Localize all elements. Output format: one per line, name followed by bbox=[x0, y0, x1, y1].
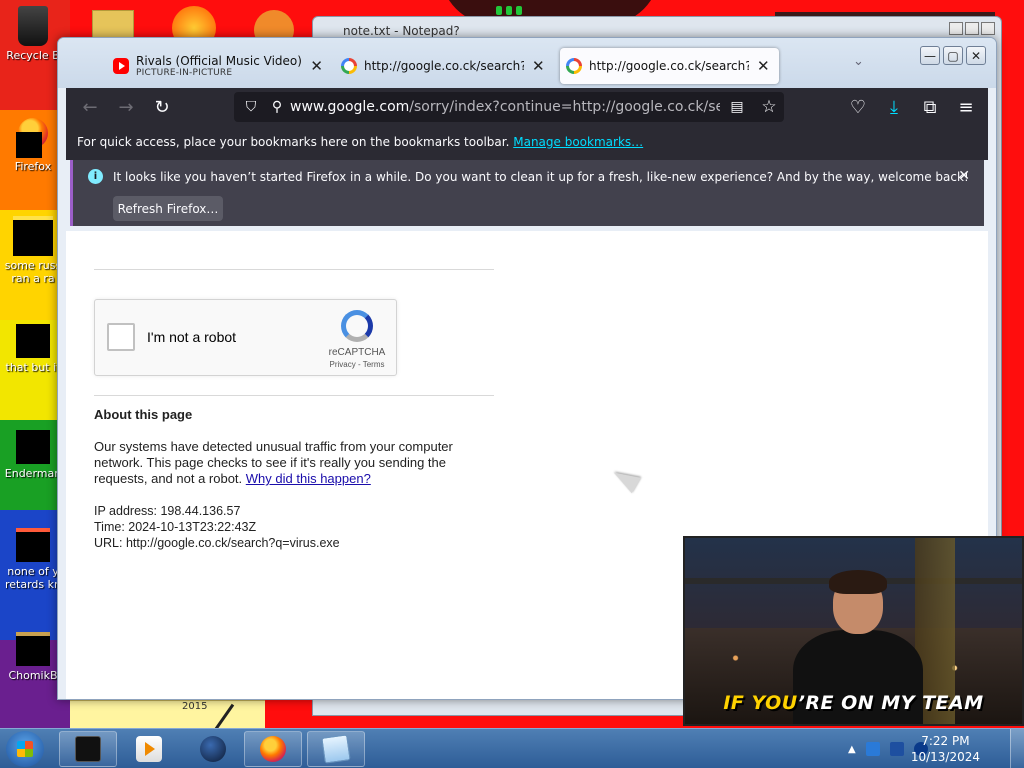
close-icon[interactable]: ✕ bbox=[958, 168, 970, 184]
file-icon bbox=[16, 430, 50, 464]
show-hidden-icons-icon[interactable]: ▲ bbox=[848, 744, 856, 755]
tab-google-search[interactable]: http://google.co.ck/search?q= ✕ bbox=[341, 48, 547, 84]
refresh-firefox-button[interactable]: Refresh Firefox… bbox=[113, 196, 223, 221]
desktop-icon-file[interactable]: none of y retards kn bbox=[2, 528, 64, 591]
why-link[interactable]: Why did this happen? bbox=[246, 471, 371, 486]
network-icon[interactable] bbox=[889, 742, 904, 756]
file-icon bbox=[16, 324, 50, 358]
tab-title: http://google.co.ck/search?q= bbox=[364, 59, 524, 73]
recycle-bin-icon bbox=[18, 6, 48, 46]
firefox-icon bbox=[16, 118, 48, 158]
sphere-icon bbox=[200, 736, 226, 762]
reader-view-icon[interactable]: ▤ bbox=[724, 99, 750, 115]
window-controls: — ▢ ✕ bbox=[920, 46, 986, 65]
reload-icon[interactable]: ↻ bbox=[148, 93, 176, 121]
desktop-icon-chomik[interactable]: ChomikB bbox=[2, 632, 64, 682]
tray-app-icon[interactable] bbox=[865, 742, 880, 756]
clock-date: 10/13/2024 bbox=[910, 750, 980, 764]
bookmark-star-icon[interactable]: ☆ bbox=[756, 97, 782, 117]
recaptcha-logo-icon bbox=[341, 310, 373, 342]
show-desktop-button[interactable] bbox=[1010, 729, 1024, 768]
google-icon bbox=[566, 58, 582, 74]
clock-time: 7:22 PM bbox=[921, 734, 970, 748]
minimize-button[interactable]: — bbox=[920, 46, 940, 65]
divider bbox=[94, 395, 494, 396]
taskbar-terminal[interactable] bbox=[59, 731, 117, 767]
picture-in-picture-video[interactable]: IF YOU’RE ON MY TEAM bbox=[683, 536, 1024, 726]
clock[interactable]: 7:22 PM 10/13/2024 bbox=[911, 733, 980, 765]
tab-title: Rivals (Official Music Video) - Y bbox=[136, 54, 302, 68]
request-url: URL: http://google.co.ck/search?q=virus.… bbox=[94, 536, 340, 550]
captcha-brand: reCAPTCHA bbox=[328, 347, 386, 358]
navigation-toolbar: ← → ↻ ⛉ ⚲ www.google.com/sorry/index?con… bbox=[66, 88, 988, 126]
notepad-title: note.txt - Notepad? bbox=[343, 24, 460, 38]
list-all-tabs-icon[interactable]: ⌄ bbox=[853, 54, 864, 69]
tab-close-icon[interactable]: ✕ bbox=[757, 57, 770, 75]
tab-strip: Rivals (Official Music Video) - Y PICTUR… bbox=[58, 38, 996, 88]
divider bbox=[94, 269, 494, 270]
file-icon bbox=[16, 632, 50, 666]
file-icon bbox=[13, 216, 53, 256]
tab-title: http://google.co.ck/search?q= bbox=[589, 59, 749, 73]
about-heading: About this page bbox=[94, 407, 193, 422]
close-window-button[interactable]: ✕ bbox=[966, 46, 986, 65]
pocket-icon[interactable]: ♡ bbox=[844, 93, 872, 121]
file-icon bbox=[16, 528, 50, 562]
url-text[interactable]: www.google.com/sorry/index?continue=http… bbox=[290, 99, 720, 115]
tab-subtitle: PICTURE-IN-PICTURE bbox=[136, 68, 233, 78]
menu-icon[interactable]: ≡ bbox=[952, 93, 980, 121]
captcha-label: I'm not a robot bbox=[147, 329, 237, 345]
windows-logo-icon bbox=[17, 741, 33, 757]
maximize-button[interactable]: ▢ bbox=[943, 46, 963, 65]
taskbar-notepad[interactable] bbox=[307, 731, 365, 767]
captcha-terms-link[interactable]: Privacy - Terms bbox=[317, 360, 397, 369]
taskbar-media-player[interactable] bbox=[120, 731, 178, 767]
permissions-icon[interactable]: ⚲ bbox=[264, 99, 290, 115]
shield-icon[interactable]: ⛉ bbox=[238, 99, 264, 115]
firefox-icon bbox=[260, 736, 286, 762]
about-text: Our systems have detected unusual traffi… bbox=[94, 439, 453, 486]
media-player-icon bbox=[136, 736, 162, 762]
taskbar-app[interactable] bbox=[184, 731, 242, 767]
captcha-checkbox[interactable] bbox=[107, 323, 135, 351]
taskbar-firefox[interactable] bbox=[244, 731, 302, 767]
extensions-icon[interactable]: ⧉ bbox=[916, 93, 944, 121]
video-caption: IF YOU’RE ON MY TEAM bbox=[723, 692, 984, 714]
tab-close-icon[interactable]: ✕ bbox=[532, 57, 545, 75]
desktop-icon-file[interactable]: some russ ran a ra bbox=[2, 216, 64, 285]
bookmarks-hint: For quick access, place your bookmarks h… bbox=[77, 135, 510, 149]
google-icon bbox=[341, 58, 357, 74]
refresh-notification-bar: i It looks like you haven’t started Fire… bbox=[70, 160, 984, 226]
info-icon: i bbox=[88, 169, 103, 184]
taskbar: ▲ 7:22 PM 10/13/2024 bbox=[0, 728, 1024, 768]
youtube-icon bbox=[113, 58, 129, 74]
forward-arrow-icon[interactable]: → bbox=[112, 93, 140, 121]
bookmarks-toolbar: For quick access, place your bookmarks h… bbox=[66, 126, 988, 160]
desktop-icon-firefox[interactable]: Firefox bbox=[2, 118, 64, 173]
background-yellow-window: 2015 bbox=[70, 700, 265, 739]
ip-address: IP address: 198.44.136.57 bbox=[94, 504, 241, 518]
notification-message: It looks like you haven’t started Firefo… bbox=[113, 170, 969, 184]
terminal-icon bbox=[75, 736, 101, 762]
manage-bookmarks-link[interactable]: Manage bookmarks… bbox=[513, 135, 643, 149]
timestamp: Time: 2024-10-13T23:22:43Z bbox=[94, 520, 257, 534]
start-button[interactable] bbox=[6, 731, 44, 767]
back-arrow-icon[interactable]: ← bbox=[76, 93, 104, 121]
url-bar[interactable]: ⛉ ⚲ www.google.com/sorry/index?continue=… bbox=[234, 92, 784, 122]
download-icon[interactable]: ⤓ bbox=[880, 93, 908, 121]
background-year-text: 2015 bbox=[182, 701, 208, 712]
recaptcha-widget: I'm not a robot reCAPTCHA Privacy - Term… bbox=[94, 299, 397, 376]
request-details: IP address: 198.44.136.57 Time: 2024-10-… bbox=[94, 503, 340, 551]
tab-google-search-active[interactable]: http://google.co.ck/search?q= ✕ bbox=[560, 48, 779, 84]
tab-close-icon[interactable]: ✕ bbox=[310, 57, 323, 75]
desktop-icon-enderman[interactable]: Enderman bbox=[2, 430, 64, 480]
notepad-icon bbox=[321, 734, 351, 764]
desktop-icon-file[interactable]: that but it bbox=[2, 324, 64, 374]
desktop-icon-recycle-bin[interactable]: Recycle B bbox=[2, 6, 64, 62]
tab-youtube[interactable]: Rivals (Official Music Video) - Y PICTUR… bbox=[113, 48, 323, 84]
